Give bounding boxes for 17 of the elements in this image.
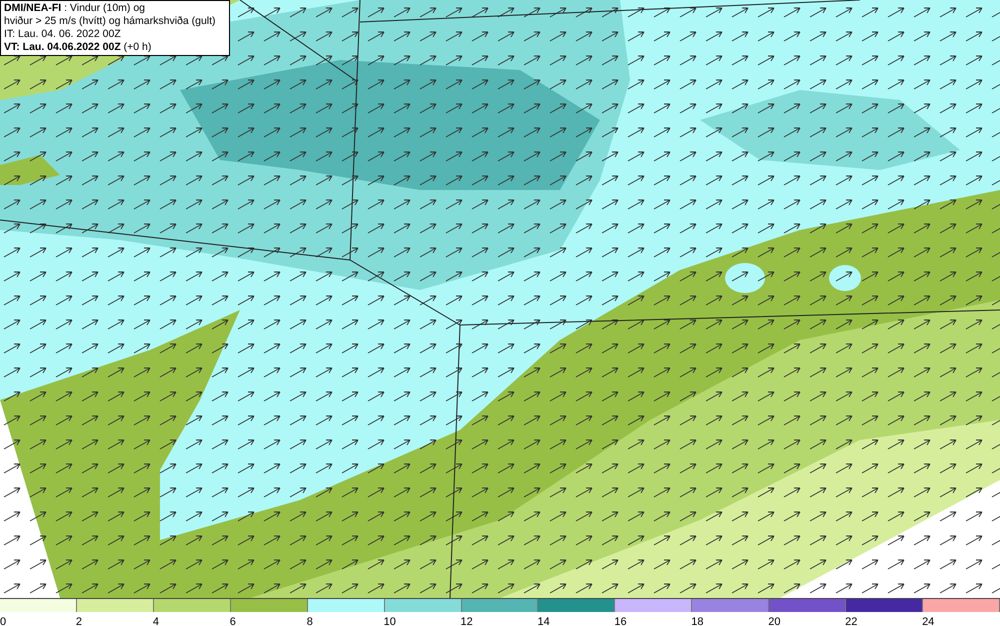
scale-label: 0	[0, 616, 6, 626]
legend-text: DMI/NEA-FI : Vindur (10m) og	[4, 2, 146, 15]
scale-label: 6	[230, 616, 236, 626]
legend-text: VT: Lau. 04.06.2022 00Z (+0 h)	[4, 41, 152, 54]
scale-label: 12	[460, 616, 473, 626]
scale-label: 14	[537, 616, 550, 626]
scale-label: 16	[614, 616, 627, 626]
legend-text: hviður > 25 m/s (hvítt) og hámarkshviða (gult)	[4, 15, 217, 28]
scale-label: 18	[691, 616, 704, 626]
scale-label: 4	[152, 616, 159, 626]
scale-label: 2	[76, 616, 82, 626]
scale-label: 20	[768, 616, 780, 626]
scale-label: 8	[306, 616, 313, 626]
legend-text: IT: Lau. 04. 06. 2022 00Z	[4, 28, 122, 41]
scale-label: 24	[922, 616, 934, 626]
scale-label: 22	[845, 616, 858, 626]
scale-label: 10	[384, 616, 396, 626]
